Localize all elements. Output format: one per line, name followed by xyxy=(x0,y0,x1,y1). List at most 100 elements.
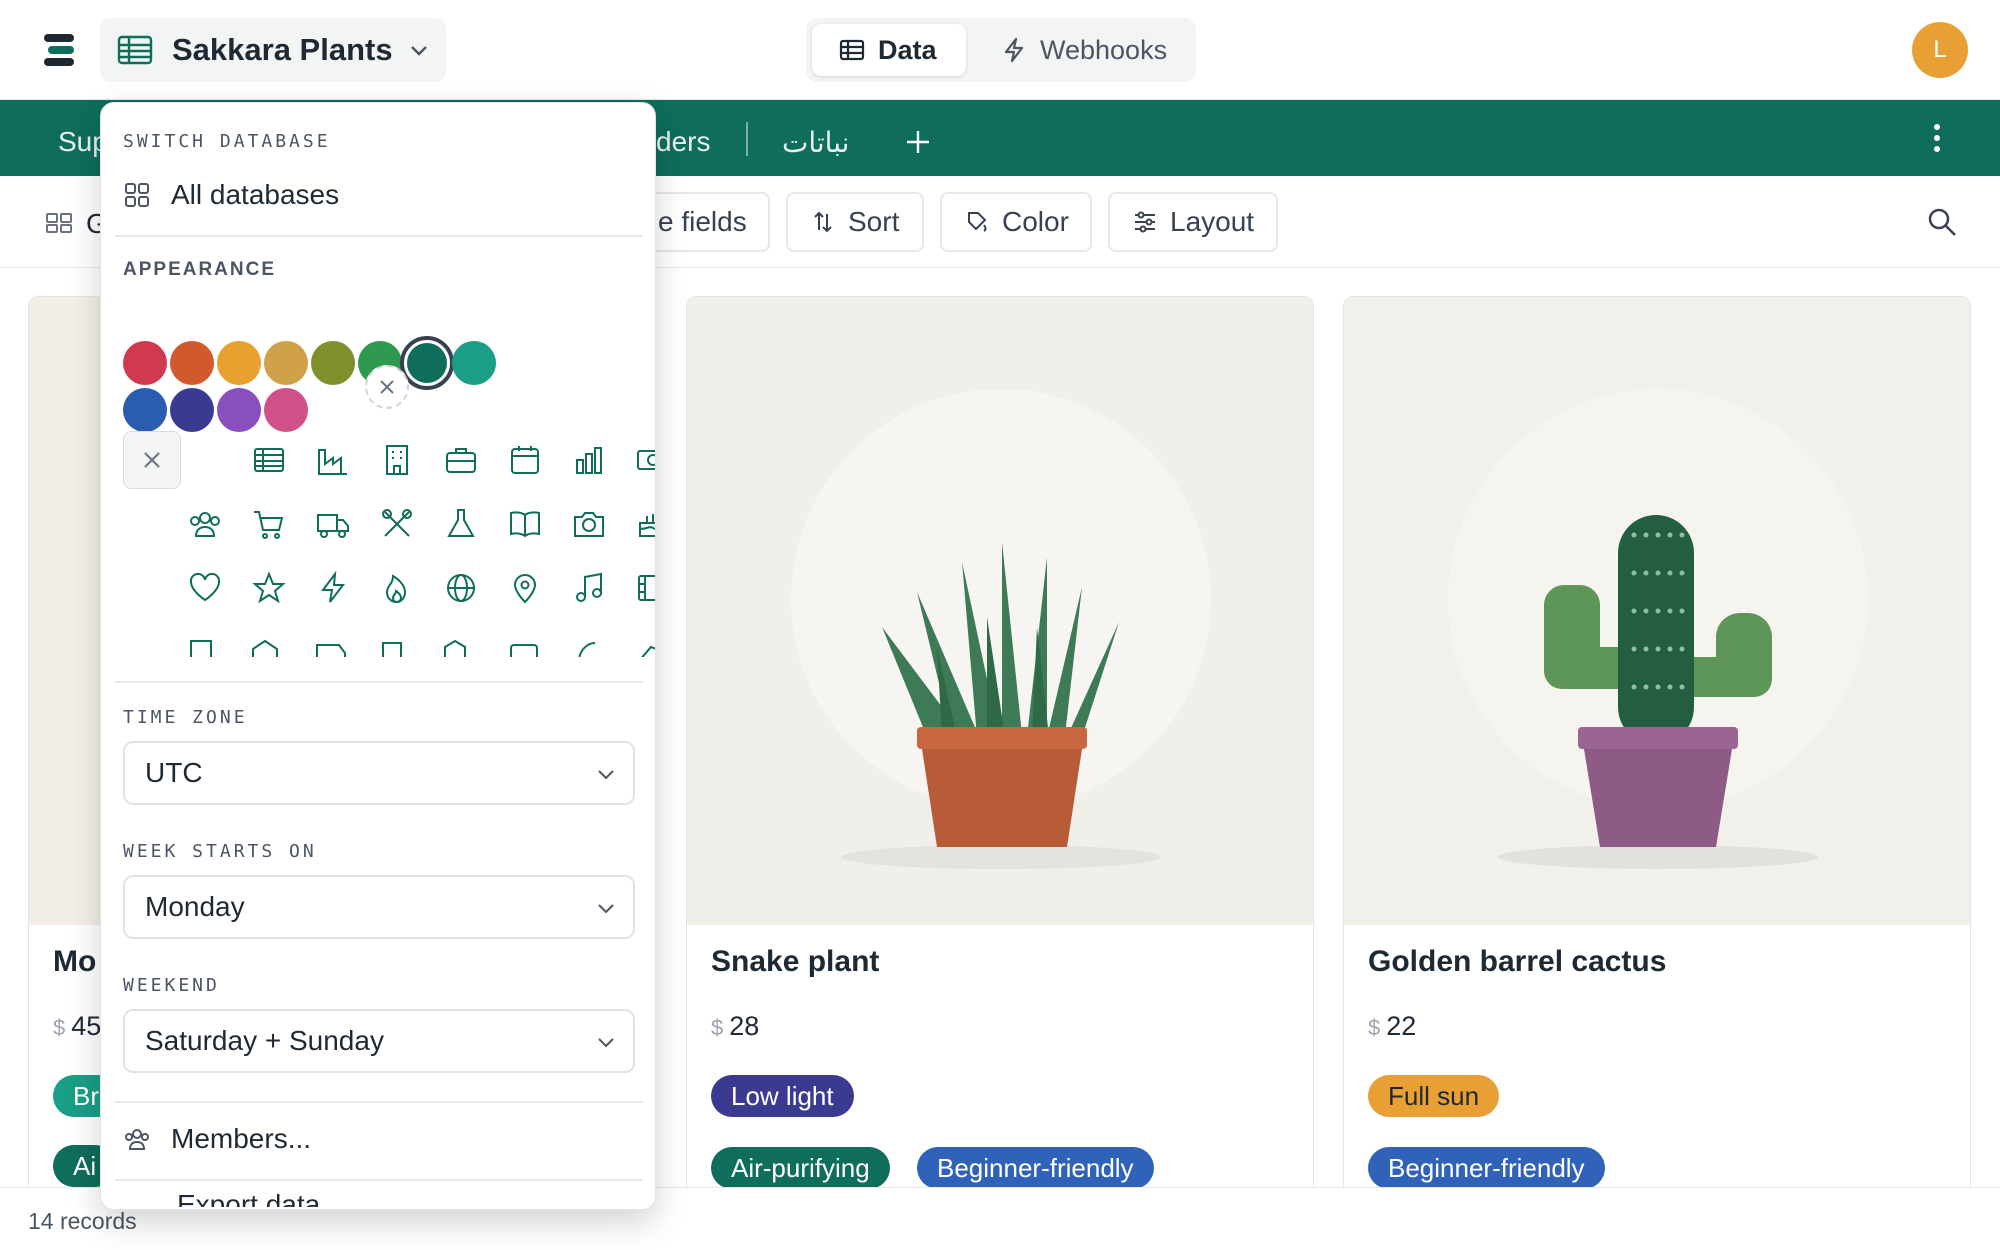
cake-icon[interactable] xyxy=(635,506,656,542)
heart-icon[interactable] xyxy=(187,570,223,606)
layout-button[interactable]: Layout xyxy=(1108,192,1278,252)
user-avatar[interactable]: L xyxy=(1912,22,1968,78)
camera-icon[interactable] xyxy=(571,506,607,542)
color-swatch[interactable] xyxy=(123,341,167,385)
members-item[interactable]: Members... xyxy=(123,1123,311,1155)
card-title: Mo xyxy=(53,945,97,978)
partial-menu-item[interactable]: Export data... xyxy=(123,1193,643,1207)
table-icon[interactable] xyxy=(251,442,287,478)
tag-chip: Full sun xyxy=(1368,1075,1500,1117)
color-swatch[interactable] xyxy=(170,341,214,385)
bolt-icon xyxy=(1004,37,1024,63)
record-card[interactable]: Golden barrel cactus $22 Full sun Beginn… xyxy=(1343,296,1971,1196)
music-icon[interactable] xyxy=(571,570,607,606)
chevron-down-icon xyxy=(598,770,614,780)
tag-chip: Low light xyxy=(711,1075,854,1117)
tools-icon[interactable] xyxy=(379,506,415,542)
color-swatch[interactable] xyxy=(264,341,308,385)
star-icon[interactable] xyxy=(251,570,287,606)
no-color-swatch[interactable] xyxy=(365,365,409,409)
currency-symbol: $ xyxy=(1368,1015,1381,1040)
record-card[interactable]: Snake plant $28 Low light Air-purifying … xyxy=(686,296,1314,1196)
week-starts-heading: WEEK STARTS ON xyxy=(123,841,317,862)
app-logo-icon[interactable] xyxy=(42,32,78,68)
table-icon xyxy=(117,35,153,65)
price-value: 22 xyxy=(1386,1011,1417,1041)
tab-orders[interactable]: ders xyxy=(656,126,710,158)
truck-icon[interactable] xyxy=(315,506,351,542)
chevron-down-icon xyxy=(598,904,614,914)
weekend-select[interactable]: Saturday + Sunday xyxy=(123,1009,635,1073)
film-icon[interactable] xyxy=(635,570,656,606)
sort-button[interactable]: Sort xyxy=(786,192,924,252)
all-databases-item[interactable]: All databases xyxy=(123,179,339,211)
chevron-down-icon xyxy=(410,46,427,56)
price-value: 45 xyxy=(71,1011,102,1041)
sort-icon xyxy=(814,211,832,233)
bolt-icon[interactable] xyxy=(315,570,351,606)
team-icon[interactable] xyxy=(187,506,223,542)
table-icon xyxy=(839,39,865,61)
price-value: 28 xyxy=(729,1011,760,1041)
cart-icon[interactable] xyxy=(251,506,287,542)
currency-symbol: $ xyxy=(711,1015,724,1040)
tab-separator xyxy=(746,122,748,156)
color-button[interactable]: Color xyxy=(940,192,1092,252)
tag-chip: Air-purifying xyxy=(711,1147,890,1189)
color-swatch[interactable] xyxy=(217,388,261,432)
weekend-value: Saturday + Sunday xyxy=(145,1025,384,1056)
bar-chart-icon[interactable] xyxy=(571,442,607,478)
card-price: $45 xyxy=(53,1011,101,1042)
card-image xyxy=(1344,297,1970,925)
hide-fields-label: e fields xyxy=(658,206,747,237)
card-title: Golden barrel cactus xyxy=(1368,945,1667,978)
tab-plants-arabic[interactable]: نباتات xyxy=(782,126,849,159)
globe-icon[interactable] xyxy=(443,570,479,606)
color-swatch[interactable] xyxy=(311,341,355,385)
calendar-icon[interactable] xyxy=(507,442,543,478)
tag-chip: Beginner-friendly xyxy=(1368,1147,1605,1189)
sliders-icon xyxy=(1135,211,1155,233)
time-zone-select[interactable]: UTC xyxy=(123,741,635,805)
tag-chip: Beginner-friendly xyxy=(917,1147,1154,1189)
record-count: 14 records xyxy=(28,1208,137,1234)
week-starts-select[interactable]: Monday xyxy=(123,875,635,939)
flame-icon[interactable] xyxy=(379,570,415,606)
briefcase-icon[interactable] xyxy=(443,442,479,478)
no-icon-option[interactable] xyxy=(123,431,181,489)
webhooks-tab-button[interactable]: Webhooks xyxy=(990,24,1190,76)
cactus-illustration xyxy=(1448,389,1868,869)
snake-plant-illustration xyxy=(791,389,1211,869)
grid-icon xyxy=(125,183,149,207)
close-icon xyxy=(380,380,394,394)
time-zone-value: UTC xyxy=(145,757,203,788)
data-tab-label: Data xyxy=(878,34,937,65)
search-icon[interactable] xyxy=(1926,206,1958,238)
pin-icon[interactable] xyxy=(507,570,543,606)
time-zone-heading: TIME ZONE xyxy=(123,707,248,728)
card-image xyxy=(687,297,1313,925)
add-tab-icon[interactable] xyxy=(904,128,932,156)
building-icon[interactable] xyxy=(379,442,415,478)
database-switcher[interactable]: Sakkara Plants xyxy=(100,18,446,82)
color-swatch[interactable] xyxy=(452,341,496,385)
currency-symbol: $ xyxy=(53,1015,66,1040)
weekend-heading: WEEKEND xyxy=(123,975,220,996)
members-label: Members... xyxy=(171,1123,312,1154)
book-icon[interactable] xyxy=(507,506,543,542)
webhooks-tab-label: Webhooks xyxy=(1040,34,1168,65)
close-icon xyxy=(144,452,160,468)
menu-divider xyxy=(115,681,643,683)
color-swatch[interactable] xyxy=(123,388,167,432)
money-icon[interactable] xyxy=(635,442,656,478)
factory-icon[interactable] xyxy=(315,442,351,478)
menu-divider xyxy=(115,1179,643,1181)
color-swatch[interactable] xyxy=(170,388,214,432)
team-icon xyxy=(125,1129,149,1150)
card-price: $22 xyxy=(1368,1011,1416,1042)
color-swatch[interactable] xyxy=(264,388,308,432)
flask-icon[interactable] xyxy=(443,506,479,542)
data-tab-button[interactable]: Data xyxy=(812,24,966,76)
color-swatch[interactable] xyxy=(217,341,261,385)
more-vertical-icon[interactable] xyxy=(1930,122,1944,154)
